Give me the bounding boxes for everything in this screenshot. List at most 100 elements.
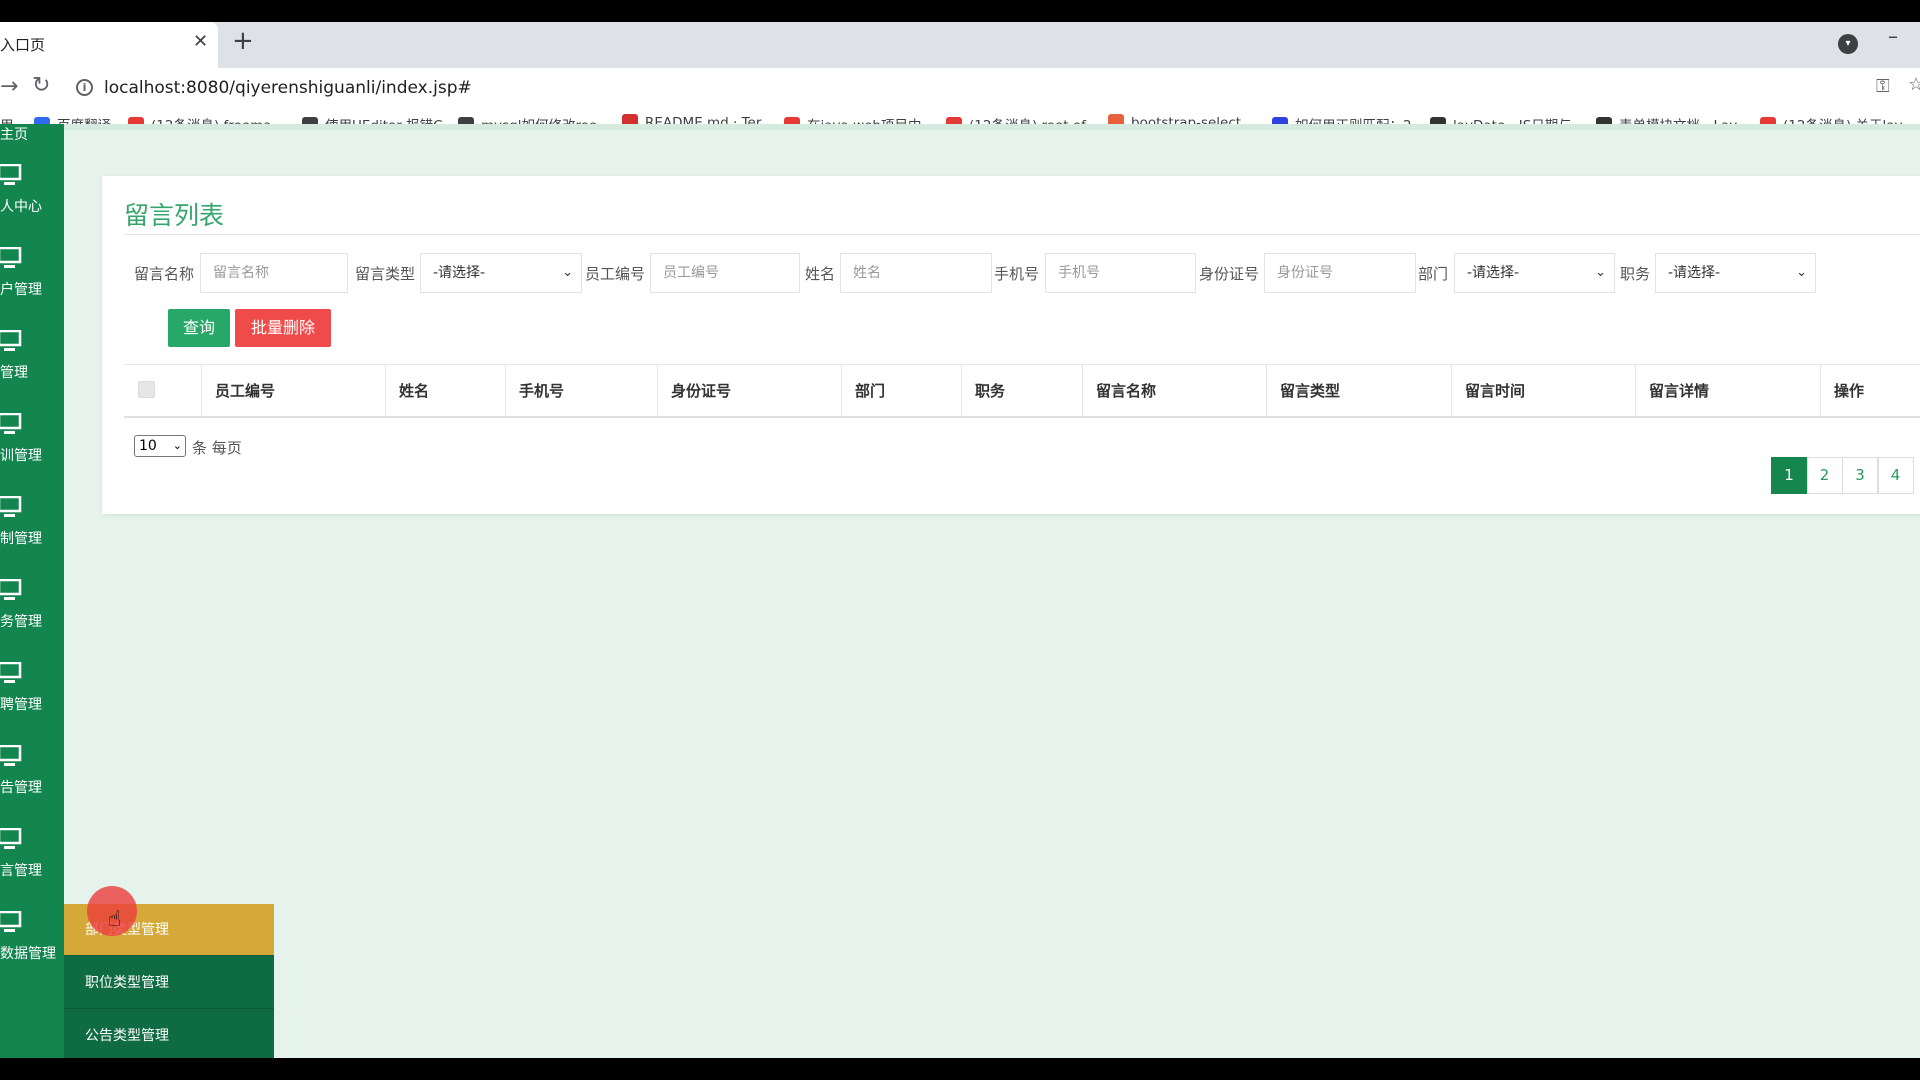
chevron-down-icon: ⌄ bbox=[1595, 265, 1606, 280]
monitor-icon bbox=[0, 164, 22, 185]
column-header-message-detail: 留言详情 bbox=[1636, 365, 1821, 417]
sidebar-item-label: 务管理 bbox=[0, 614, 42, 630]
page-button[interactable]: 1 bbox=[1771, 457, 1807, 494]
column-header-message-name: 留言名称 bbox=[1083, 365, 1267, 417]
message-type-label: 留言类型 bbox=[355, 265, 416, 283]
column-header-phone: 手机号 bbox=[506, 365, 658, 417]
id-card-input[interactable]: 身份证号 bbox=[1264, 253, 1416, 293]
minimize-icon[interactable]: – bbox=[1888, 24, 1898, 48]
monitor-icon bbox=[0, 330, 22, 351]
phone-label: 手机号 bbox=[994, 265, 1040, 283]
page-button[interactable]: 3 bbox=[1842, 457, 1878, 494]
tab-title: 入口页 bbox=[0, 36, 46, 54]
close-icon[interactable]: ✕ bbox=[193, 31, 208, 52]
sidebar-item-label: 数据管理 bbox=[0, 946, 56, 962]
sidebar-item[interactable]: 聘管理 bbox=[0, 662, 64, 742]
name-label: 姓名 bbox=[805, 265, 836, 283]
query-button[interactable]: 查询 bbox=[168, 309, 230, 347]
sidebar-item[interactable]: 管理 bbox=[0, 330, 64, 410]
employee-no-input[interactable]: 员工编号 bbox=[650, 253, 800, 293]
position-value: -请选择- bbox=[1668, 265, 1721, 281]
column-header-actions: 操作 bbox=[1834, 382, 1865, 400]
title-divider bbox=[124, 234, 1920, 235]
message-name-label: 留言名称 bbox=[134, 265, 195, 283]
department-value: -请选择- bbox=[1467, 265, 1520, 281]
sidebar-item-label: 管理 bbox=[0, 365, 28, 381]
forward-arrow-icon[interactable]: → bbox=[0, 74, 18, 99]
column-header-department: 部门 bbox=[842, 365, 962, 417]
star-icon[interactable]: ☆ bbox=[1908, 74, 1920, 95]
top-divider bbox=[64, 124, 1920, 130]
hand-cursor-icon: ☝ bbox=[108, 907, 122, 932]
column-header-name: 姓名 bbox=[386, 365, 506, 417]
sidebar-item[interactable]: 数据管理 bbox=[0, 911, 64, 991]
monitor-icon bbox=[0, 496, 22, 517]
sidebar-item[interactable]: 人中心 bbox=[0, 164, 64, 244]
chevron-down-icon: ⌄ bbox=[172, 439, 182, 452]
info-icon[interactable]: i bbox=[76, 79, 93, 96]
key-icon[interactable]: ⚿ bbox=[1876, 76, 1890, 97]
browser-tab-bar: 入口页 ✕ + ▾ – bbox=[0, 22, 1920, 68]
browser-tab[interactable]: 入口页 ✕ bbox=[0, 22, 218, 68]
id-card-label: 身份证号 bbox=[1199, 265, 1260, 283]
per-page-label: 条 每页 bbox=[192, 439, 242, 457]
table-header: 员工编号 姓名 手机号 身份证号 部门 职务 留言名称 留言类型 留言时间 留言… bbox=[124, 364, 1920, 418]
department-select[interactable]: -请选择- ⌄ bbox=[1454, 253, 1615, 293]
sidebar: 主页 人中心户管理管理训管理制管理务管理聘管理告管理言管理数据管理 bbox=[0, 124, 64, 1058]
message-type-select[interactable]: -请选择- ⌄ bbox=[420, 253, 582, 293]
sidebar-item[interactable]: 户管理 bbox=[0, 247, 64, 327]
reload-icon[interactable]: ↻ bbox=[32, 73, 50, 98]
position-label: 职务 bbox=[1620, 265, 1651, 283]
column-header-message-time: 留言时间 bbox=[1452, 365, 1636, 417]
sidebar-item-label: 制管理 bbox=[0, 531, 42, 547]
message-list-panel: 留言列表 留言名称 留言名称 留言类型 -请选择- ⌄ 员工编号 员工编号 姓名… bbox=[102, 176, 1920, 514]
monitor-icon bbox=[0, 413, 22, 434]
column-header-message-type: 留言类型 bbox=[1267, 365, 1452, 417]
select-all-cell bbox=[124, 365, 202, 417]
page-size-value: 10 bbox=[139, 438, 157, 454]
submenu-item-position-type[interactable]: 职位类型管理 bbox=[64, 957, 274, 1009]
monitor-icon bbox=[0, 828, 22, 849]
browser-toolbar: → ↻ i localhost:8080/qiyerenshiguanli/in… bbox=[0, 68, 1920, 108]
screen: 入口页 ✕ + ▾ – → ↻ i localhost:8080/qiyeren… bbox=[0, 0, 1920, 1080]
sidebar-item[interactable]: 训管理 bbox=[0, 413, 64, 493]
address-bar[interactable]: localhost:8080/qiyerenshiguanli/index.js… bbox=[104, 78, 472, 98]
monitor-icon bbox=[0, 579, 22, 600]
app-viewport: 主页 人中心户管理管理训管理制管理务管理聘管理告管理言管理数据管理 部门类型管理… bbox=[0, 124, 1920, 1058]
message-type-value: -请选择- bbox=[433, 265, 486, 281]
sidebar-item[interactable]: 制管理 bbox=[0, 496, 64, 576]
page-button[interactable]: 4 bbox=[1877, 457, 1914, 494]
batch-delete-button[interactable]: 批量删除 bbox=[235, 309, 331, 347]
message-name-input[interactable]: 留言名称 bbox=[200, 253, 348, 293]
new-tab-button[interactable]: + bbox=[232, 26, 254, 56]
chevron-down-icon: ⌄ bbox=[1796, 265, 1807, 280]
page-size-select[interactable]: 10 ⌄ bbox=[134, 435, 186, 457]
employee-no-label: 员工编号 bbox=[585, 265, 646, 283]
page-button[interactable]: 2 bbox=[1806, 457, 1843, 494]
column-header-position: 职务 bbox=[962, 365, 1083, 417]
sidebar-item[interactable]: 言管理 bbox=[0, 828, 64, 908]
position-select[interactable]: -请选择- ⌄ bbox=[1655, 253, 1816, 293]
name-input[interactable]: 姓名 bbox=[840, 253, 992, 293]
sidebar-item-label: 人中心 bbox=[0, 199, 42, 215]
monitor-icon bbox=[0, 662, 22, 683]
profile-menu-icon[interactable]: ▾ bbox=[1838, 34, 1858, 54]
select-all-checkbox[interactable] bbox=[138, 381, 155, 398]
monitor-icon bbox=[0, 911, 22, 932]
submenu-item-notice-type[interactable]: 公告类型管理 bbox=[64, 1010, 274, 1058]
phone-input[interactable]: 手机号 bbox=[1045, 253, 1196, 293]
sidebar-item-label: 训管理 bbox=[0, 448, 42, 464]
chevron-down-icon: ⌄ bbox=[562, 265, 573, 280]
sidebar-item-label: 户管理 bbox=[0, 282, 42, 298]
sidebar-item[interactable]: 务管理 bbox=[0, 579, 64, 659]
sidebar-item-label: 告管理 bbox=[0, 780, 42, 796]
sidebar-item-label: 言管理 bbox=[0, 863, 42, 879]
monitor-icon bbox=[0, 247, 22, 268]
sidebar-item-label: 聘管理 bbox=[0, 697, 42, 713]
sidebar-item[interactable]: 告管理 bbox=[0, 745, 64, 825]
page-title: 留言列表 bbox=[124, 201, 225, 230]
sidebar-item-home-partial[interactable]: 主页 bbox=[0, 124, 28, 144]
column-header-id-card: 身份证号 bbox=[658, 365, 842, 417]
monitor-icon bbox=[0, 745, 22, 766]
department-label: 部门 bbox=[1418, 265, 1449, 283]
